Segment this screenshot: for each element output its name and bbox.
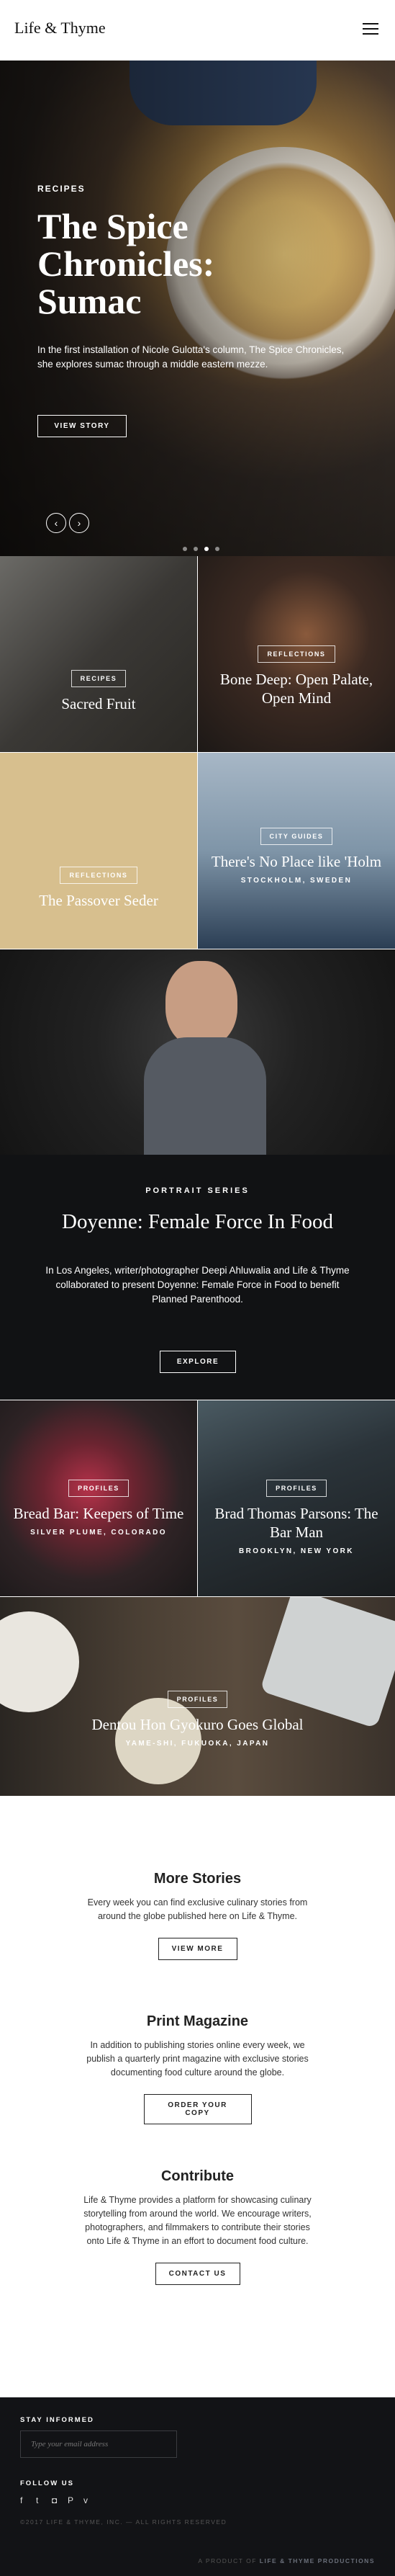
email-input[interactable] xyxy=(20,2430,177,2458)
story-tag: REFLECTIONS xyxy=(60,867,137,884)
twitter-icon[interactable]: t xyxy=(36,2495,47,2505)
view-more-button[interactable]: VIEW MORE xyxy=(158,1938,237,1960)
facebook-icon[interactable]: f xyxy=(20,2495,32,2505)
story-title: Sacred Fruit xyxy=(61,695,136,712)
story-location: STOCKHOLM, SWEDEN xyxy=(240,877,353,885)
hero-title[interactable]: The Spice Chronicles: Sumac xyxy=(37,207,311,320)
story-tile-sacred-fruit[interactable]: RECIPES Sacred Fruit xyxy=(0,556,197,752)
instagram-icon[interactable]: ◘ xyxy=(52,2495,63,2505)
contribute-section: Contribute Life & Thyme provides a platf… xyxy=(0,2168,395,2285)
story-title: The Passover Seder xyxy=(39,892,158,909)
product-credit: A PRODUCT OF LIFE & THYME PRODUCTIONS xyxy=(198,2557,375,2564)
portrait-title[interactable]: Doyenne: Female Force In Food xyxy=(0,1209,395,1234)
portrait-description: In Los Angeles, writer/photographer Deep… xyxy=(45,1265,350,1305)
story-tag: PROFILES xyxy=(167,1691,228,1708)
contribute-text: Life & Thyme provides a platform for sho… xyxy=(83,2195,312,2246)
productions-link[interactable]: LIFE & THYME PRODUCTIONS xyxy=(260,2557,375,2564)
portrait-eyebrow: PORTRAIT SERIES xyxy=(145,1186,250,1195)
story-title: Dentou Hon Gyokuro Goes Global xyxy=(91,1716,304,1733)
slider-dot[interactable] xyxy=(183,547,187,551)
story-tag: RECIPES xyxy=(71,670,127,687)
site-footer: STAY INFORMED FOLLOW US ft ◘ Pv ©2017 LIFE… xyxy=(0,2397,395,2576)
more-stories-section: More Stories Every week you can find exc… xyxy=(0,1871,395,1960)
arrow-left-icon[interactable]: ‹ xyxy=(46,513,66,533)
slider-dot[interactable] xyxy=(215,547,219,551)
story-tag: REFLECTIONS xyxy=(258,645,335,663)
explore-button[interactable]: EXPLORE xyxy=(160,1351,236,1373)
hero-slider: RECIPES The Spice Chronicles: Sumac In t… xyxy=(0,61,395,556)
print-magazine-title: Print Magazine xyxy=(146,2013,249,2029)
story-location: SILVER PLUME, COLORADO xyxy=(30,1529,167,1537)
copyright: ©2017 LIFE & THYME, INC. — ALL RIGHTS RE… xyxy=(20,2518,227,2526)
print-magazine-text: In addition to publishing stories online… xyxy=(86,2040,309,2078)
pinterest-icon[interactable]: P xyxy=(68,2495,79,2505)
story-tag: PROFILES xyxy=(68,1480,129,1497)
story-tile-dentou-hon-gyokuro[interactable]: PROFILES Dentou Hon Gyokuro Goes Global … xyxy=(0,1597,395,1796)
hero-description: In the first installation of Nicole Gulo… xyxy=(37,344,345,370)
site-logo[interactable]: Life & Thyme xyxy=(14,19,106,37)
slider-dot[interactable] xyxy=(194,547,198,551)
contribute-title: Contribute xyxy=(160,2168,235,2184)
story-tile-passover-seder[interactable]: REFLECTIONS The Passover Seder xyxy=(0,753,197,949)
story-title: Brad Thomas Parsons: The Bar Man xyxy=(214,1505,378,1541)
portrait-face xyxy=(165,961,237,1047)
story-tile-bone-deep[interactable]: REFLECTIONS Bone Deep: Open Palate, Open… xyxy=(198,556,395,752)
story-title: Bone Deep: Open Palate, Open Mind xyxy=(219,671,373,707)
story-tile-bread-bar[interactable]: PROFILES Bread Bar: Keepers of Time SILV… xyxy=(0,1400,197,1596)
portrait-body xyxy=(144,1037,266,1155)
slider-dot[interactable] xyxy=(204,547,209,551)
social-links: f t ◘ Pv xyxy=(20,2494,99,2507)
story-title: There's No Place like 'Holm xyxy=(211,853,382,870)
arrow-right-icon[interactable]: › xyxy=(69,513,89,533)
print-magazine-section: Print Magazine In addition to publishing… xyxy=(0,2013,395,2124)
hero-category[interactable]: RECIPES xyxy=(37,184,86,194)
portrait-series-section: PORTRAIT SERIES Doyenne: Female Force In… xyxy=(0,1155,395,1400)
view-story-button[interactable]: VIEW STORY xyxy=(37,415,127,437)
stay-informed-label: STAY INFORMED xyxy=(20,2416,94,2424)
order-copy-button[interactable]: ORDER YOUR COPY xyxy=(143,2094,252,2124)
contact-us-button[interactable]: CONTACT US xyxy=(155,2263,240,2285)
more-stories-title: More Stories xyxy=(153,1871,242,1887)
story-tile-brad-thomas-parsons[interactable]: PROFILES Brad Thomas Parsons: The Bar Ma… xyxy=(198,1400,395,1596)
story-tag: PROFILES xyxy=(266,1480,327,1497)
story-location: BROOKLYN, NEW YORK xyxy=(239,1547,354,1555)
more-stories-text: Every week you can find exclusive culina… xyxy=(87,1897,308,1921)
slider-dots xyxy=(183,542,226,551)
story-tag: CITY GUIDES xyxy=(260,828,333,845)
site-header: Life & Thyme xyxy=(0,0,395,61)
follow-us-label: FOLLOW US xyxy=(20,2479,74,2487)
story-location: YAME-SHI, FUKUOKA, JAPAN xyxy=(125,1740,270,1748)
hamburger-menu-icon[interactable] xyxy=(363,23,378,35)
product-prefix: A PRODUCT OF xyxy=(198,2557,257,2564)
vimeo-icon[interactable]: v xyxy=(83,2495,95,2505)
story-title: Bread Bar: Keepers of Time xyxy=(13,1505,184,1522)
story-tile-stockholm[interactable]: CITY GUIDES There's No Place like 'Holm … xyxy=(198,753,395,949)
